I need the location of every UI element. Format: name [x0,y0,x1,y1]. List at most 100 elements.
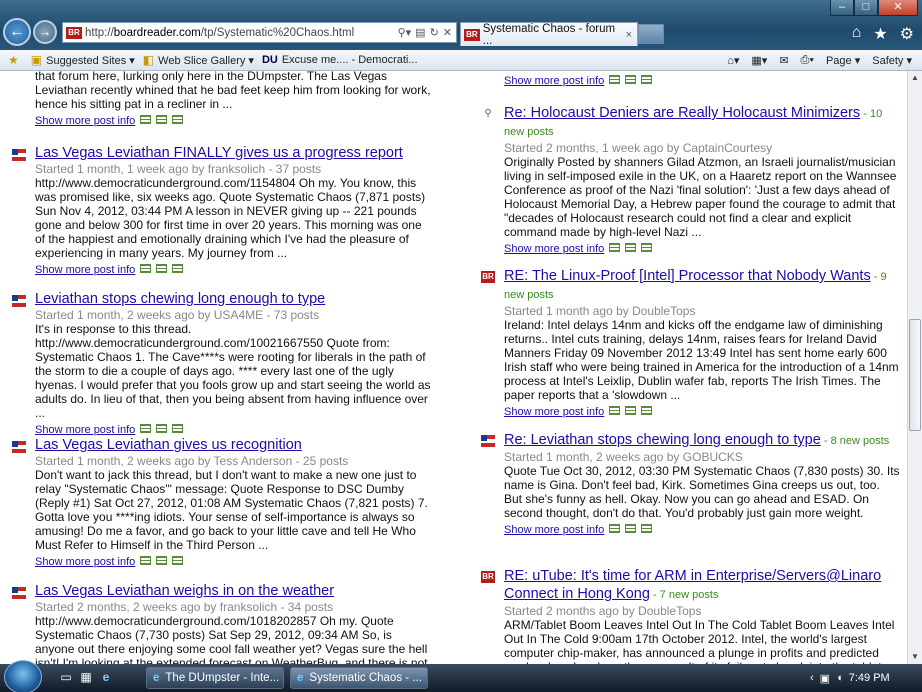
list-item: Las Vegas Leviathan weighs in on the wea… [12,583,432,664]
post-info-icon[interactable] [641,524,653,534]
show-more-link[interactable]: Show more post info [35,115,135,127]
network-icon[interactable]: ▣ [820,672,830,685]
post-info-icon[interactable] [609,406,621,416]
us-flag-icon [12,295,26,307]
clock[interactable]: 7:49 PM [849,672,890,684]
feeds-icon[interactable]: ▦▾ [751,54,767,67]
tab-systematic-chaos[interactable]: BR Systematic Chaos - forum ... × [460,22,638,47]
post-info-icon[interactable] [172,264,184,274]
url-text[interactable]: http://boardreader.com/tp/Systematic%20C… [85,27,398,39]
post-title-link[interactable]: Re: Holocaust Deniers are Really Holocau… [504,105,860,121]
system-tray: ‹ ▣ ◖ 7:49 PM [804,664,922,692]
home-command-icon[interactable]: ⌂▾ [727,54,739,67]
post-info-icon[interactable] [140,115,152,125]
vertical-scrollbar[interactable]: ▲ ▼ [907,71,922,664]
start-button[interactable] [4,660,42,692]
address-bar[interactable]: BR http://boardreader.com/tp/Systematic%… [62,22,457,43]
home-icon[interactable]: ⌂ [852,24,862,44]
close-window-button[interactable]: ✕ [878,0,918,16]
post-info-icon[interactable] [641,243,653,253]
us-flag-icon [481,435,495,447]
web-slice-gallery-link[interactable]: ◧ Web Slice Gallery ▾ [143,53,254,67]
search-icon[interactable]: ⚲▾ [398,26,412,39]
add-favorite-star-icon: ★ [8,53,19,67]
scroll-up-icon[interactable]: ▲ [908,71,922,85]
show-more-link[interactable]: Show more post info [35,424,135,436]
post-info-icon[interactable] [156,424,168,434]
forward-button[interactable]: → [33,20,57,44]
show-more-link[interactable]: Show more post info [504,243,604,255]
post-title-link[interactable]: Leviathan stops chewing long enough to t… [35,291,325,307]
post-meta: Started 1 month, 2 weeks ago by USA4ME -… [35,308,320,322]
post-info-icon[interactable] [140,556,152,566]
show-desktop-icon[interactable]: ▭ [58,670,74,686]
show-more-link[interactable]: Show more post info [504,524,604,536]
show-more-link[interactable]: Show more post info [504,406,604,418]
tab-favicon-icon: BR [464,28,480,41]
stop-icon[interactable]: ✕ [443,26,452,39]
volume-icon[interactable]: ◖ [836,672,843,684]
back-button[interactable]: ← [3,18,31,46]
post-info-icon[interactable] [140,424,152,434]
ie-icon: e [297,672,304,684]
taskbar-item-dumpster[interactable]: e The DUmpster - Inte... [146,667,284,689]
post-title-link[interactable]: Las Vegas Leviathan gives us recognition [35,437,302,453]
show-more-link[interactable]: Show more post info [35,556,135,568]
post-meta: Started 1 month, 2 weeks ago by GOBUCKS [504,450,743,464]
post-title-link[interactable]: Las Vegas Leviathan weighs in on the wea… [35,583,334,599]
list-item: that forum here, lurking only here in th… [12,71,432,129]
post-meta: Started 1 month, 1 week ago by franksoli… [35,162,322,176]
settings-gear-icon[interactable]: ⚙ [900,24,914,44]
tray-expand-icon[interactable]: ‹ [810,672,814,684]
boardreader-icon: BR [481,271,495,283]
print-icon[interactable]: ⎙▾ [801,54,814,67]
page-menu[interactable]: Page ▾ [826,54,860,67]
internet-explorer-icon[interactable]: e [98,670,114,686]
post-info-icon[interactable] [625,406,637,416]
post-info-icon[interactable] [609,243,621,253]
post-title-link[interactable]: Las Vegas Leviathan FINALLY gives us a p… [35,145,403,161]
post-info-icon[interactable] [172,115,184,125]
post-info-icon[interactable] [625,243,637,253]
post-snippet: ARM/Tablet Boom Leaves Intel Out In The … [504,618,895,664]
window-controls: – □ ✕ [830,0,918,16]
new-tab-button[interactable] [638,24,664,44]
compatibility-view-icon[interactable]: ▤ [415,26,425,39]
list-item: Re: Leviathan stops chewing long enough … [481,431,901,538]
maximize-button[interactable]: □ [854,0,878,16]
post-info-icon[interactable] [156,264,168,274]
favorites-star-icon[interactable]: ★ [873,24,887,44]
taskbar-item-systematic-chaos[interactable]: e Systematic Chaos - ... [290,667,428,689]
switch-windows-icon[interactable]: ▦ [78,670,94,686]
suggested-sites-icon: ▣ [30,53,43,67]
post-info-icon[interactable] [172,556,184,566]
post-title-link[interactable]: RE: The Linux-Proof [Intel] Processor th… [504,268,871,284]
post-info-icon[interactable] [172,424,184,434]
post-info-icon[interactable] [156,556,168,566]
post-info-icon[interactable] [625,75,637,85]
us-flag-icon [12,587,26,599]
post-info-icon[interactable] [625,524,637,534]
suggested-sites-link[interactable]: ▣ Suggested Sites ▾ [31,53,135,67]
post-info-icon[interactable] [140,264,152,274]
tab-close-icon[interactable]: × [626,29,632,41]
read-mail-icon[interactable]: ✉ [779,54,788,67]
scroll-down-icon[interactable]: ▼ [908,650,922,664]
us-flag-icon [12,441,26,453]
excuse-me-link[interactable]: DU Excuse me.... - Democrati... [262,54,418,66]
show-more-link[interactable]: Show more post info [504,75,604,87]
post-info-icon[interactable] [609,524,621,534]
post-snippet: Originally Posted by shanners Gilad Atzm… [504,155,897,239]
scroll-thumb[interactable] [909,319,921,431]
post-info-icon[interactable] [609,75,621,85]
minimize-button[interactable]: – [830,0,854,16]
post-title-link[interactable]: Re: Leviathan stops chewing long enough … [504,432,821,448]
post-info-icon[interactable] [641,75,653,85]
post-info-icon[interactable] [156,115,168,125]
post-info-icon[interactable] [641,406,653,416]
new-posts-count: - 8 new posts [820,435,890,447]
show-more-link[interactable]: Show more post info [35,264,135,276]
favorites-star-item[interactable]: ★ [8,53,23,67]
safety-menu[interactable]: Safety ▾ [872,54,912,67]
refresh-icon[interactable]: ↻ [430,26,439,39]
